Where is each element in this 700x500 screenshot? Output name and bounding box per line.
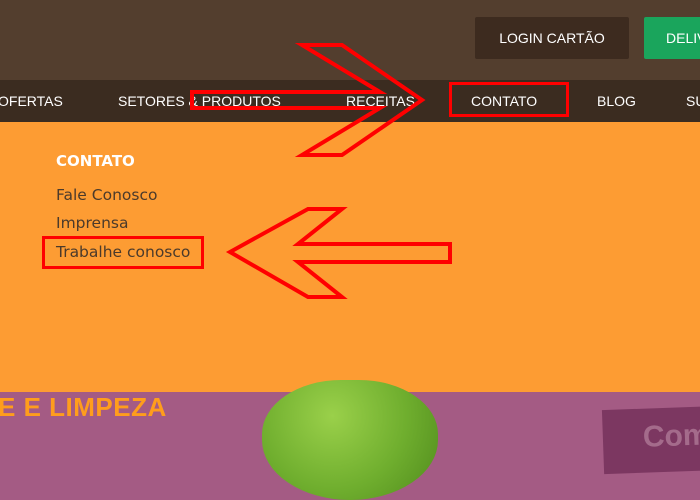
annotation-arrows [190, 43, 452, 299]
right-arrow-annotation [190, 43, 426, 157]
left-arrow-annotation [225, 207, 452, 299]
